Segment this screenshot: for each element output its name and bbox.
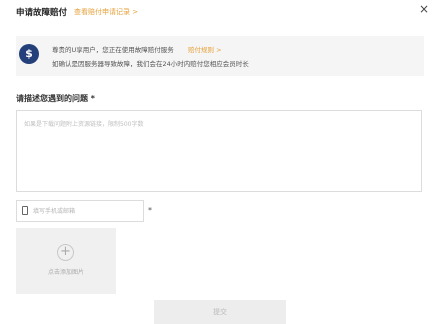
dialog-title: 申请故障赔付 [16,8,68,18]
description-label: 请描述您遇到的问题 * [16,94,95,103]
upload-label: 点击添加图片 [47,269,84,276]
plus-icon: + [57,244,74,261]
notice-text: 尊贵的U享用户，您正在使用故障赔付服务 [52,46,174,54]
notice-panel [16,36,424,76]
phone-icon [22,206,28,215]
description-textarea[interactable] [16,110,422,192]
required-mark: * [148,206,152,215]
rules-link[interactable]: 赔付规则 > [188,44,222,54]
notice-subtext: 如确认是因服务器导致故障，我们会在24小时内赔付您相应会员时长 [52,60,249,68]
submit-button[interactable]: 提交 [154,300,286,324]
upload-image-area[interactable] [16,228,116,294]
view-history-link[interactable]: 查看赔付申请记录 > [74,7,138,17]
contact-input[interactable] [33,203,139,219]
dollar-icon: $ [19,44,39,64]
close-icon[interactable]: × [416,1,432,17]
